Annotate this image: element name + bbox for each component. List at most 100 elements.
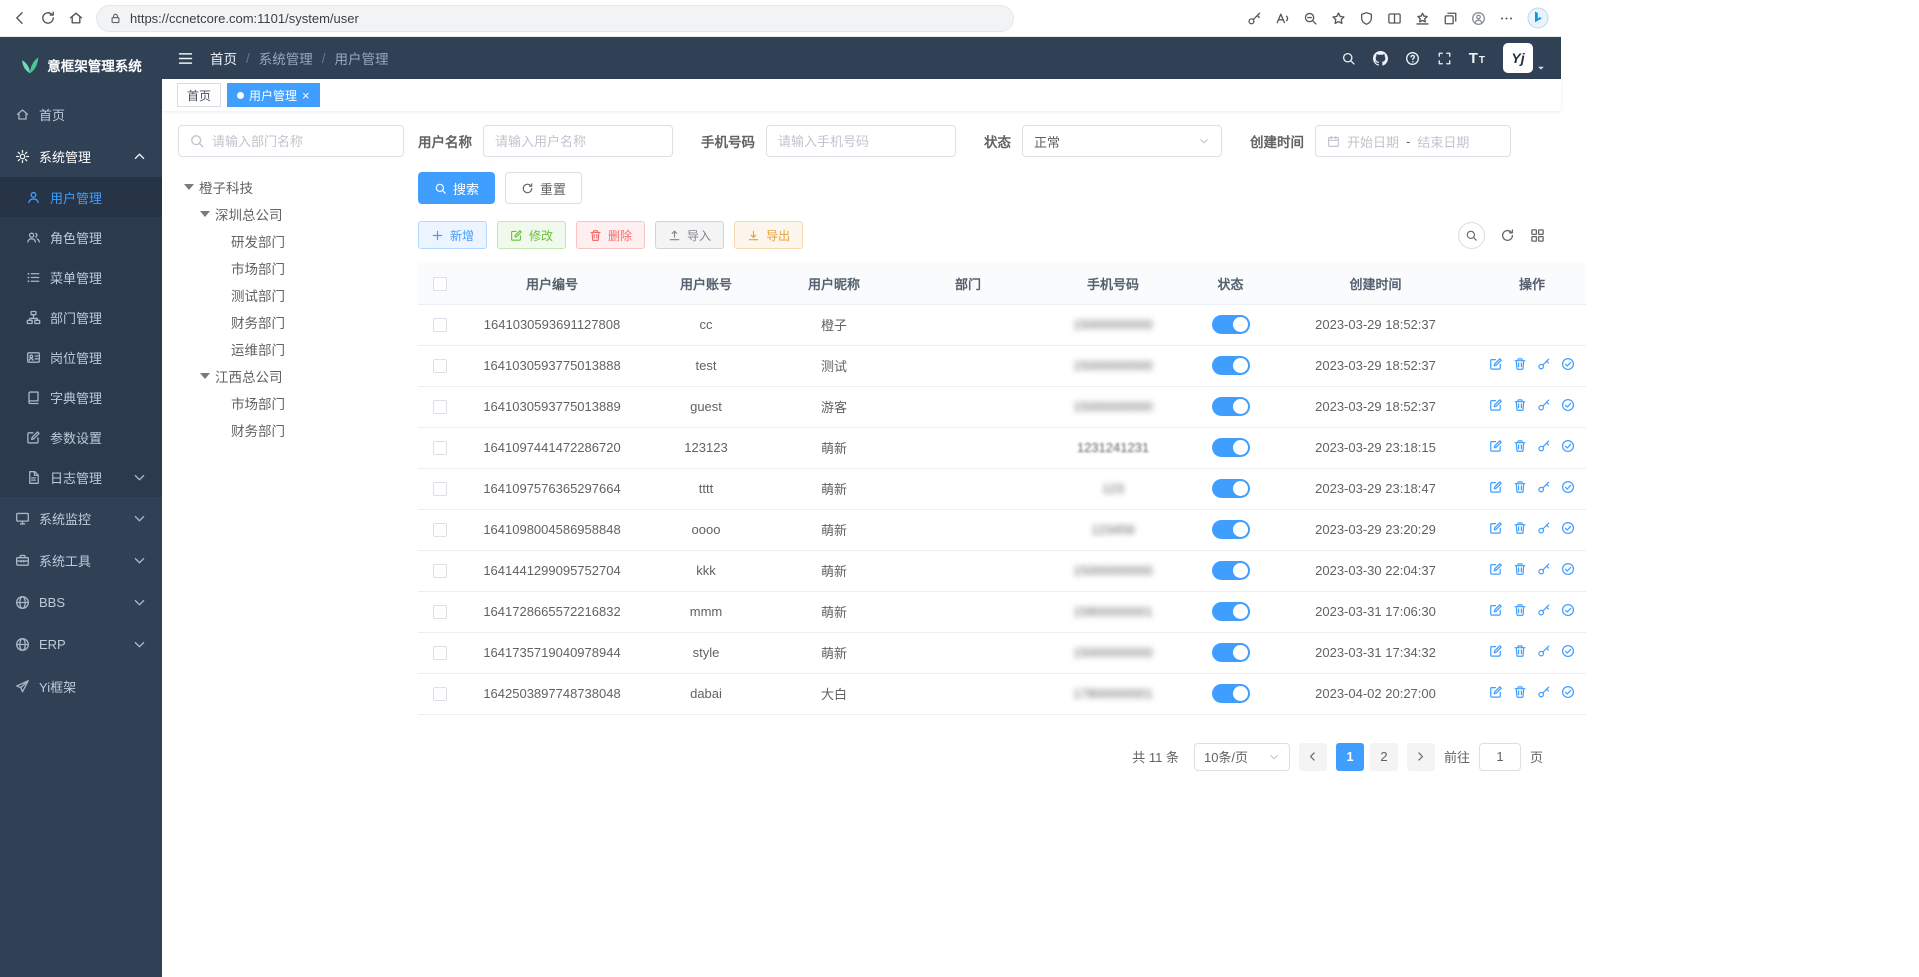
delete-icon[interactable] (1513, 603, 1527, 617)
tree-node[interactable]: 财务部门 (178, 308, 404, 335)
back-icon[interactable] (12, 10, 28, 26)
help-icon[interactable] (1405, 51, 1420, 66)
status-toggle[interactable] (1212, 684, 1250, 703)
reset-button[interactable]: 重置 (505, 172, 582, 204)
sidebar-item-dept[interactable]: 部门管理 (0, 297, 162, 337)
tree-node[interactable]: 深圳总公司 (178, 200, 404, 227)
edit-icon[interactable] (1489, 562, 1503, 576)
tree-caret-icon[interactable] (200, 373, 210, 379)
sidebar-item-monitor[interactable]: 系统监控 (0, 497, 162, 539)
hamburger-icon[interactable] (177, 50, 194, 67)
sidebar-item-home[interactable]: 首页 (0, 93, 162, 135)
reset-password-icon[interactable] (1537, 562, 1551, 576)
goto-page-input[interactable] (1479, 743, 1521, 771)
delete-icon[interactable] (1513, 480, 1527, 494)
status-toggle[interactable] (1212, 315, 1250, 334)
assign-role-icon[interactable] (1561, 398, 1575, 412)
reset-password-icon[interactable] (1537, 644, 1551, 658)
status-toggle[interactable] (1212, 602, 1250, 621)
assign-role-icon[interactable] (1561, 480, 1575, 494)
assign-role-icon[interactable] (1561, 603, 1575, 617)
sidebar-item-erp[interactable]: ERP (0, 623, 162, 665)
row-checkbox[interactable] (433, 482, 447, 496)
delete-button[interactable]: 删除 (576, 221, 645, 249)
dept-search-input[interactable] (212, 134, 393, 149)
reset-password-icon[interactable] (1537, 521, 1551, 535)
edit-icon[interactable] (1489, 685, 1503, 699)
page-button-2[interactable]: 2 (1370, 743, 1398, 771)
breadcrumb-item[interactable]: 系统管理 (259, 48, 313, 68)
favorites-bar-icon[interactable] (1415, 11, 1430, 26)
edit-icon[interactable] (1489, 480, 1503, 494)
assign-role-icon[interactable] (1561, 644, 1575, 658)
user-avatar[interactable]: Yj (1503, 43, 1546, 73)
browser-profile-icon[interactable] (1471, 11, 1486, 26)
status-toggle[interactable] (1212, 397, 1250, 416)
tree-node[interactable]: 财务部门 (178, 416, 404, 443)
address-bar[interactable]: https://ccnetcore.com:1101/system/user (96, 5, 1014, 32)
edit-icon[interactable] (1489, 644, 1503, 658)
status-toggle[interactable] (1212, 561, 1250, 580)
sidebar-item-yi[interactable]: Yi框架 (0, 665, 162, 707)
page-button-1[interactable]: 1 (1336, 743, 1364, 771)
font-size-icon[interactable]: TT (1469, 50, 1486, 67)
tree-node[interactable]: 江西总公司 (178, 362, 404, 389)
collections-icon[interactable] (1443, 11, 1458, 26)
tree-node[interactable]: 运维部门 (178, 335, 404, 362)
extensions-icon[interactable] (1359, 11, 1374, 26)
column-settings-icon[interactable] (1530, 228, 1545, 243)
import-button[interactable]: 导入 (655, 221, 724, 249)
tree-node[interactable]: 市场部门 (178, 254, 404, 281)
delete-icon[interactable] (1513, 521, 1527, 535)
reset-password-icon[interactable] (1537, 685, 1551, 699)
row-checkbox[interactable] (433, 564, 447, 578)
delete-icon[interactable] (1513, 685, 1527, 699)
sidebar-item-dict[interactable]: 字典管理 (0, 377, 162, 417)
reload-icon[interactable] (40, 10, 56, 26)
more-menu-icon[interactable] (1499, 11, 1514, 26)
status-toggle[interactable] (1212, 438, 1250, 457)
search-button[interactable]: 搜索 (418, 172, 495, 204)
breadcrumb-item[interactable]: 用户管理 (335, 48, 389, 68)
reset-password-icon[interactable] (1537, 603, 1551, 617)
edit-icon[interactable] (1489, 439, 1503, 453)
edit-icon[interactable] (1489, 357, 1503, 371)
row-checkbox[interactable] (433, 359, 447, 373)
fullscreen-icon[interactable] (1437, 51, 1452, 66)
delete-icon[interactable] (1513, 398, 1527, 412)
tab-home[interactable]: 首页 (177, 83, 221, 107)
status-toggle[interactable] (1212, 356, 1250, 375)
split-screen-icon[interactable] (1387, 11, 1402, 26)
row-checkbox[interactable] (433, 318, 447, 332)
delete-icon[interactable] (1513, 562, 1527, 576)
edit-icon[interactable] (1489, 521, 1503, 535)
tab-close-icon[interactable]: × (302, 89, 310, 102)
assign-role-icon[interactable] (1561, 439, 1575, 453)
assign-role-icon[interactable] (1561, 357, 1575, 371)
toggle-search-icon[interactable] (1458, 222, 1485, 249)
row-checkbox[interactable] (433, 441, 447, 455)
sidebar-item-bbs[interactable]: BBS (0, 581, 162, 623)
status-toggle[interactable] (1212, 479, 1250, 498)
row-checkbox[interactable] (433, 646, 447, 660)
browser-home-icon[interactable] (68, 10, 84, 26)
delete-icon[interactable] (1513, 439, 1527, 453)
delete-icon[interactable] (1513, 644, 1527, 658)
sidebar-item-log[interactable]: 日志管理 (0, 457, 162, 497)
tree-node[interactable]: 橙子科技 (178, 173, 404, 200)
reset-password-icon[interactable] (1537, 439, 1551, 453)
status-toggle[interactable] (1212, 520, 1250, 539)
assign-role-icon[interactable] (1561, 521, 1575, 535)
next-page-button[interactable] (1407, 743, 1435, 771)
zoom-icon[interactable] (1303, 11, 1318, 26)
date-range-picker[interactable]: 开始日期 - 结束日期 (1315, 125, 1511, 157)
row-checkbox[interactable] (433, 400, 447, 414)
read-aloud-icon[interactable] (1275, 11, 1290, 26)
reset-password-icon[interactable] (1537, 480, 1551, 494)
status-select[interactable]: 正常 (1022, 125, 1222, 157)
phone-input[interactable] (766, 125, 956, 157)
tree-caret-icon[interactable] (184, 184, 194, 190)
row-checkbox[interactable] (433, 523, 447, 537)
status-toggle[interactable] (1212, 643, 1250, 662)
tree-node[interactable]: 测试部门 (178, 281, 404, 308)
